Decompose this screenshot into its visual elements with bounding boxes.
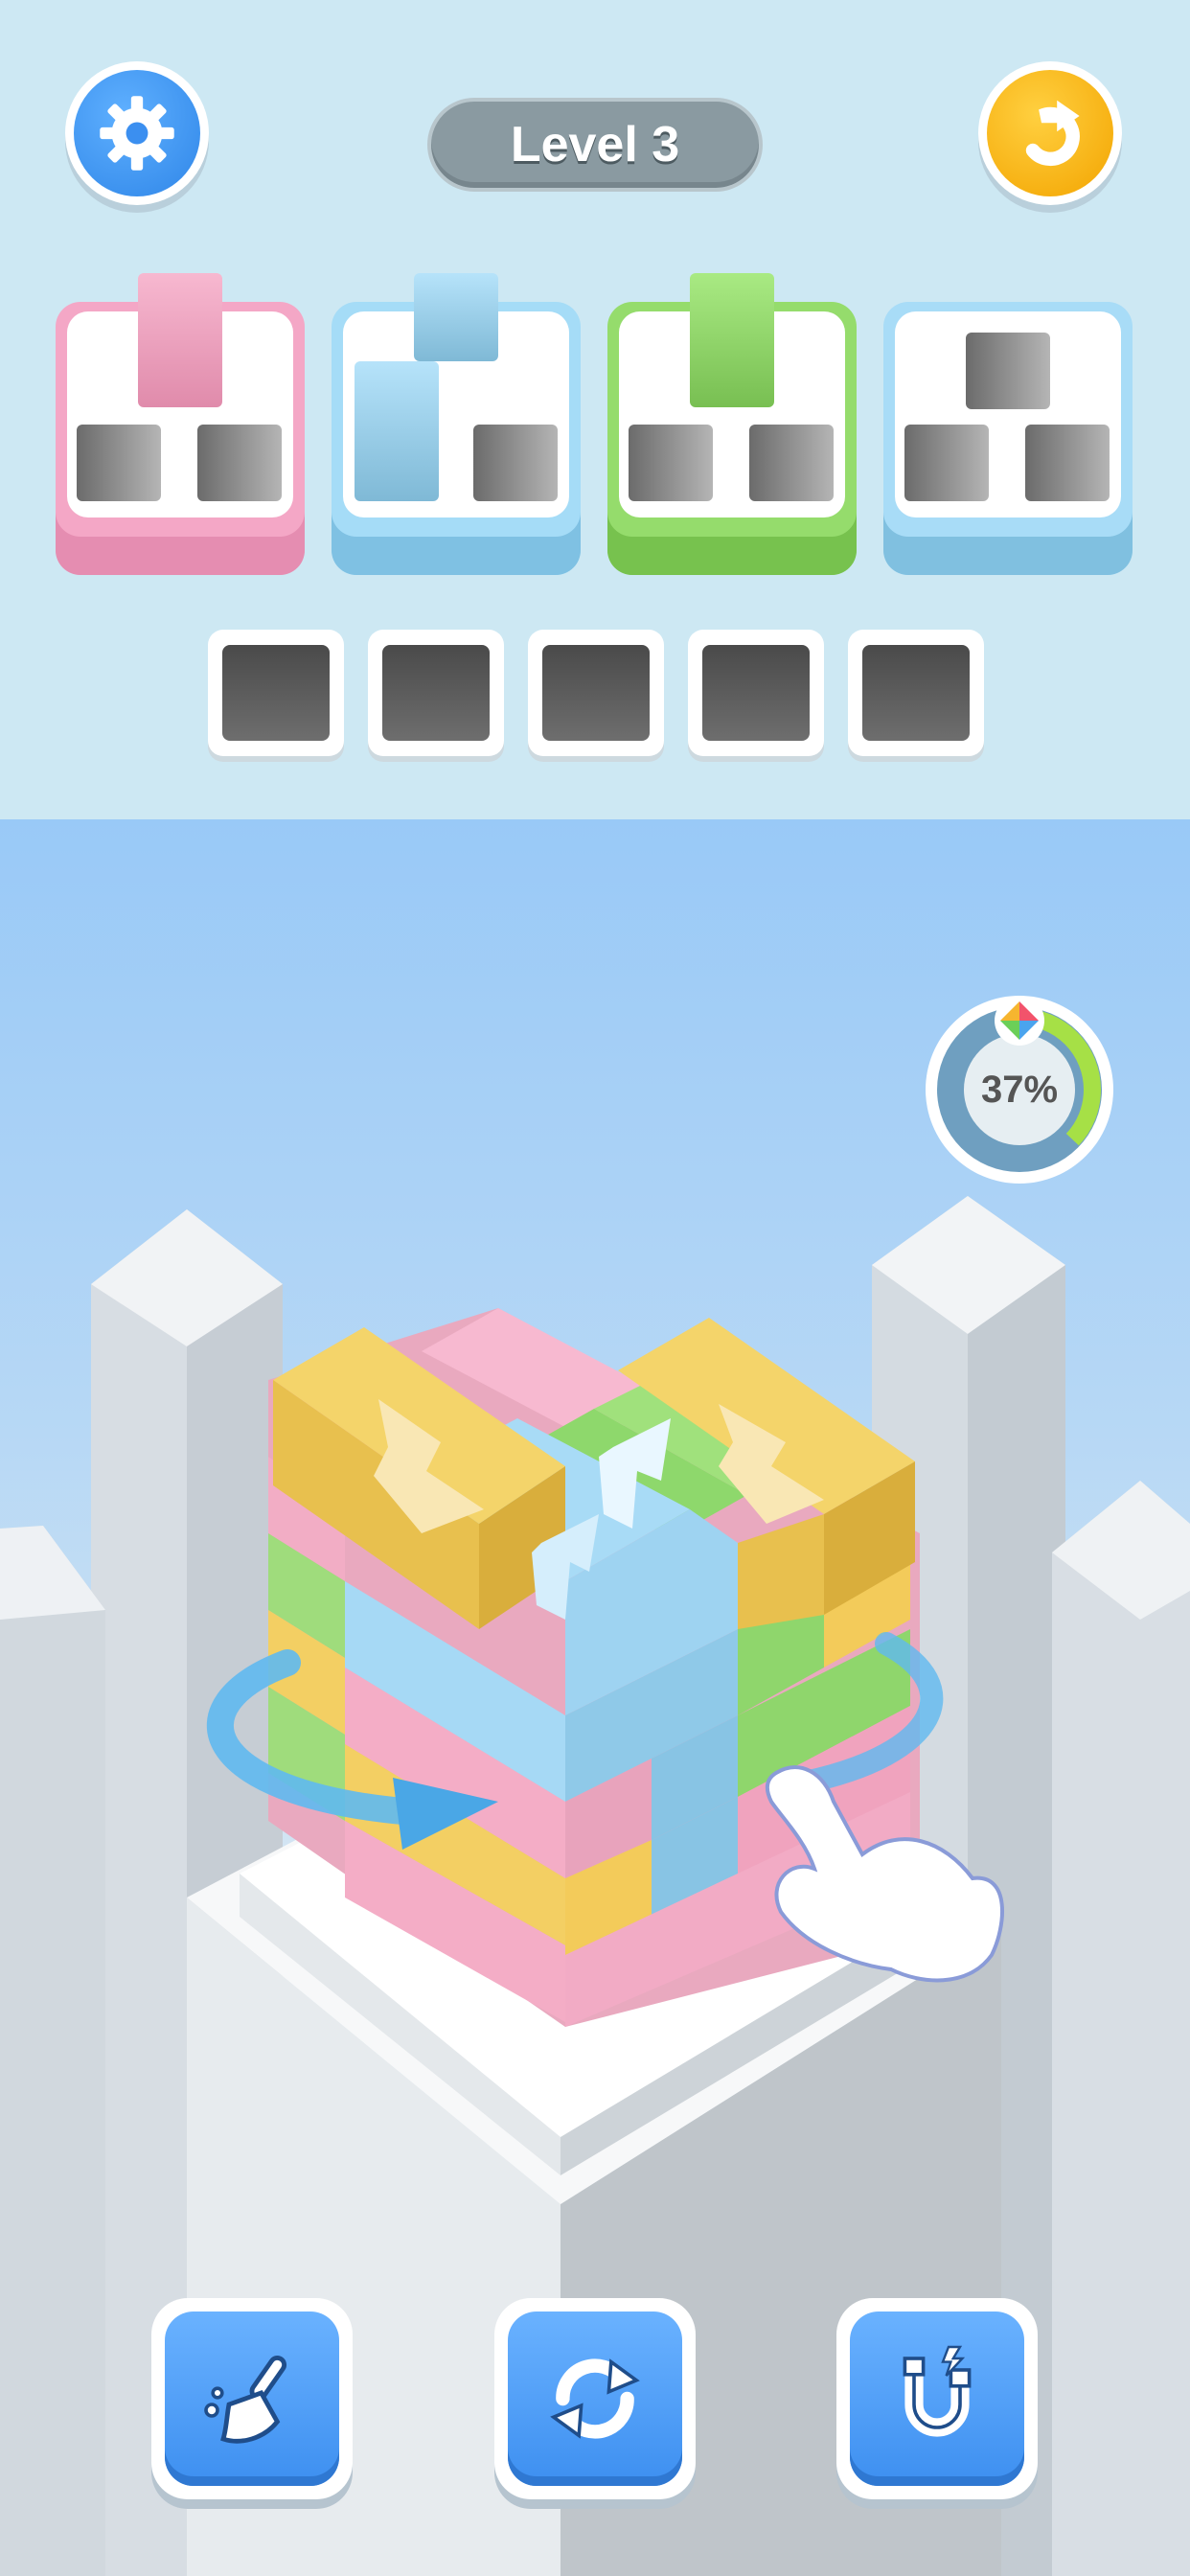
tray-slot-5 <box>848 630 984 756</box>
broom-tool-button[interactable] <box>151 2298 353 2499</box>
empty-slot <box>904 425 989 501</box>
goal-piece-pink <box>138 273 222 407</box>
empty-slot <box>966 333 1050 409</box>
tray-slot-3 <box>528 630 664 756</box>
undo-arrow-icon <box>1025 100 1080 167</box>
empty-slot <box>749 425 834 501</box>
magnet-icon <box>903 2345 972 2437</box>
shuffle-tool-button[interactable] <box>494 2298 696 2499</box>
magnet-tool-button[interactable] <box>836 2298 1038 2499</box>
empty-slot <box>1025 425 1110 501</box>
tray-slot-2 <box>368 630 504 756</box>
empty-slot <box>77 425 161 501</box>
empty-slot <box>197 425 282 501</box>
broom-icon <box>204 2356 287 2444</box>
goal-card-blue <box>332 273 581 575</box>
goal-card-green <box>607 273 857 575</box>
goal-piece-green <box>690 273 774 407</box>
goal-card-blue-2 <box>883 302 1133 575</box>
goal-piece-blue <box>355 361 439 501</box>
gear-icon <box>100 96 174 171</box>
shuffle-icon <box>550 2358 640 2439</box>
goal-piece-blue <box>414 273 498 361</box>
empty-slot <box>473 425 558 501</box>
empty-slot <box>629 425 713 501</box>
undo-button[interactable] <box>978 61 1122 205</box>
progress-percent: 37% <box>980 1068 1059 1111</box>
tray-slot-4 <box>688 630 824 756</box>
progress-ring: 37% <box>922 992 1117 1187</box>
goal-card-pink <box>56 273 305 575</box>
level-indicator: Level 3 <box>427 98 763 192</box>
tray-slot-1 <box>208 630 344 756</box>
settings-button[interactable] <box>65 61 209 205</box>
